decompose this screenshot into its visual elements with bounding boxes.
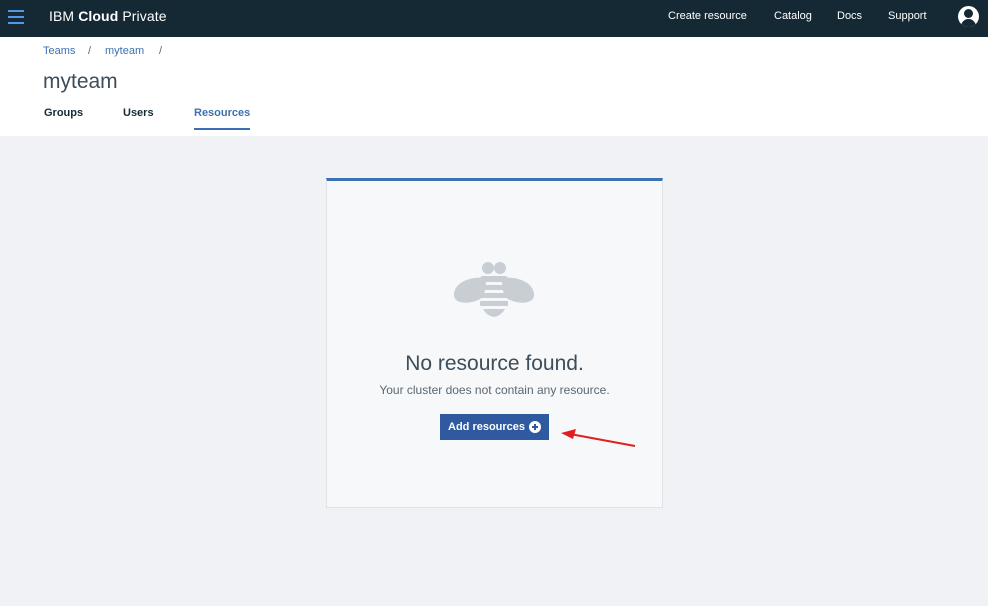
red-arrow [561,429,636,447]
plus-circle-icon [529,421,541,433]
tab-users[interactable]: Users [123,107,154,119]
top-navigation-bar: IBM Cloud Private Create resource Catalo… [0,0,988,37]
breadcrumb-teams[interactable]: Teams [43,45,75,57]
page-title: myteam [43,70,118,93]
add-resources-label: Add resources [448,421,526,433]
breadcrumb-myteam[interactable]: myteam [105,45,144,57]
brand-bold: Cloud [78,8,119,24]
tab-resources[interactable]: Resources [194,107,250,119]
nav-support[interactable]: Support [888,10,927,22]
nav-catalog[interactable]: Catalog [774,10,812,22]
bee-icon [453,262,535,317]
active-tab-indicator [194,128,250,130]
breadcrumb-separator: / [88,45,92,57]
user-avatar-icon[interactable] [958,6,979,27]
brand-suffix: Private [118,8,167,24]
brand-prefix: IBM [49,8,79,24]
breadcrumb-separator: / [159,45,163,57]
add-resources-button[interactable]: Add resources [440,414,549,440]
empty-state-description: Your cluster does not contain any resour… [379,383,610,397]
nav-create-resource[interactable]: Create resource [668,10,747,22]
hamburger-menu-icon[interactable] [8,10,24,26]
empty-state-title: No resource found. [405,352,584,375]
tab-groups[interactable]: Groups [44,107,83,119]
page-header: Teams / myteam / myteam Groups Users Res… [0,37,988,136]
brand-logo[interactable]: IBM Cloud Private [49,8,167,24]
nav-docs[interactable]: Docs [837,10,862,22]
empty-state-card [326,178,663,508]
